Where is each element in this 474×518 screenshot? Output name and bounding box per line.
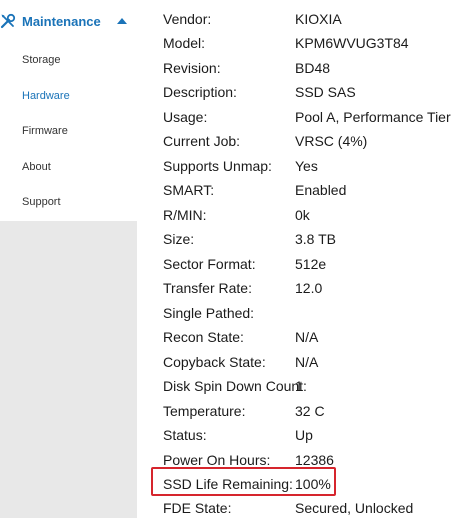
- disk-properties-page: Maintenance Storage Hardware Firmware Ab…: [0, 0, 474, 518]
- detail-label: Copyback State:: [163, 354, 266, 370]
- detail-value: 512e: [295, 256, 327, 272]
- detail-label: R/MIN:: [163, 207, 207, 223]
- detail-label: Usage:: [163, 109, 208, 125]
- detail-value: Yes: [295, 158, 318, 174]
- maintenance-section-header[interactable]: Maintenance: [0, 8, 137, 36]
- detail-value: 0k: [295, 207, 310, 223]
- sidebar: Maintenance Storage Hardware Firmware Ab…: [0, 0, 137, 518]
- sidebar-item-hardware[interactable]: Hardware: [22, 90, 70, 102]
- detail-value: 12386: [295, 452, 334, 468]
- detail-value: Enabled: [295, 182, 347, 198]
- detail-label: Power On Hours:: [163, 452, 271, 468]
- detail-value: Secured, Unlocked: [295, 500, 414, 516]
- chevron-up-icon[interactable]: [116, 17, 128, 25]
- detail-label: Revision:: [163, 60, 221, 76]
- detail-value: Pool A, Performance Tier: [295, 109, 451, 125]
- detail-label: Supports Unmap:: [163, 158, 272, 174]
- sidebar-item-about[interactable]: About: [22, 161, 51, 173]
- detail-label: Recon State:: [163, 329, 244, 345]
- detail-value: 3.8 TB: [295, 231, 336, 247]
- detail-value: BD48: [295, 60, 331, 76]
- detail-value: N/A: [295, 354, 319, 370]
- tools-icon: [0, 13, 16, 29]
- ssd-life-highlight-box: [151, 467, 336, 496]
- detail-label: Single Pathed:: [163, 305, 255, 321]
- detail-label: Status:: [163, 427, 207, 443]
- detail-value: 12.0: [295, 280, 323, 296]
- detail-label: FDE State:: [163, 500, 232, 516]
- maintenance-panel: Maintenance Storage Hardware Firmware Ab…: [0, 0, 137, 221]
- detail-label: Model:: [163, 35, 206, 51]
- detail-label: Vendor:: [163, 11, 212, 27]
- detail-label: SMART:: [163, 182, 215, 198]
- sidebar-item-firmware[interactable]: Firmware: [22, 125, 68, 137]
- detail-value: KPM6WVUG3T84: [295, 35, 409, 51]
- sidebar-item-support[interactable]: Support: [22, 196, 61, 208]
- detail-value: 32 C: [295, 403, 325, 419]
- detail-label: Disk Spin Down Count:: [163, 378, 307, 394]
- maintenance-section-title: Maintenance: [22, 14, 101, 29]
- detail-label: Description:: [163, 84, 237, 100]
- detail-value: Up: [295, 427, 313, 443]
- detail-label: Current Job:: [163, 133, 241, 149]
- detail-value: N/A: [295, 329, 319, 345]
- detail-label: Size:: [163, 231, 195, 247]
- detail-value: VRSC (4%): [295, 133, 368, 149]
- detail-value: SSD SAS: [295, 84, 356, 100]
- detail-label: Transfer Rate:: [163, 280, 252, 296]
- detail-value: KIOXIA: [295, 11, 342, 27]
- sidebar-item-storage[interactable]: Storage: [22, 54, 61, 66]
- detail-value: 1: [295, 378, 303, 394]
- detail-label: Sector Format:: [163, 256, 256, 272]
- detail-label: Temperature:: [163, 403, 246, 419]
